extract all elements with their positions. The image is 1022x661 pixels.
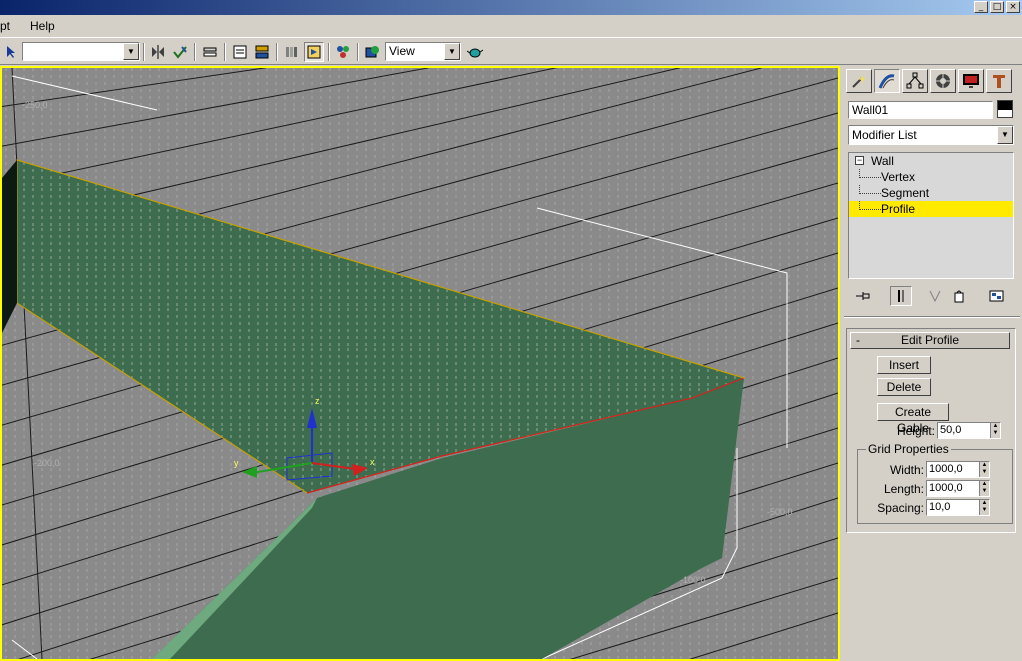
motion-tab-icon[interactable] — [930, 69, 956, 93]
grid-properties-title: Grid Properties — [866, 442, 951, 456]
stack-item-wall[interactable]: − Wall — [849, 153, 1013, 169]
quick-render-icon[interactable] — [362, 42, 382, 62]
display-tab-icon[interactable] — [958, 69, 984, 93]
chevron-down-icon: ▼ — [444, 43, 460, 60]
spinner-arrows-icon[interactable]: ▲ ▼ — [979, 500, 989, 515]
pin-stack-icon[interactable] — [852, 286, 874, 306]
spacing-label: Spacing: — [877, 501, 924, 515]
insert-button[interactable]: Insert — [877, 356, 931, 374]
spacing-spinner[interactable]: 10,0 ▲ ▼ — [926, 499, 990, 516]
command-panel: Wall01 Modifier List ▼ − Wall Vertex Seg… — [842, 66, 1022, 661]
title-bar: _ □ × — [0, 0, 1022, 15]
menu-script[interactable]: pt — [0, 19, 16, 33]
modifier-list-dropdown[interactable]: Modifier List ▼ — [848, 125, 1014, 145]
utilities-tab-icon[interactable] — [986, 69, 1012, 93]
collapse-icon[interactable]: − — [855, 156, 864, 165]
gizmo-y-label: y — [234, 458, 239, 468]
spinner-arrows-icon[interactable]: ▲ ▼ — [979, 462, 989, 477]
select-by-name-icon[interactable] — [2, 42, 22, 62]
hierarchy-tab-icon[interactable] — [902, 69, 928, 93]
render-frame-icon[interactable] — [333, 42, 353, 62]
close-button[interactable]: × — [1006, 1, 1020, 13]
stack-item-vertex[interactable]: Vertex — [849, 169, 1013, 185]
toolbar-separator — [357, 43, 359, 61]
align-icon[interactable] — [170, 42, 190, 62]
spinner-arrows-icon[interactable]: ▲ ▼ — [979, 481, 989, 496]
toolbar-separator — [224, 43, 226, 61]
maximize-button[interactable]: □ — [990, 1, 1004, 13]
grid-label: -250,0 — [22, 100, 48, 110]
edit-profile-rollout-header[interactable]: - Edit Profile — [850, 332, 1010, 349]
stack-toolbar — [848, 284, 1014, 308]
grid-properties-group: Grid Properties Width: 1000,0 ▲ ▼ Length:… — [857, 442, 1013, 524]
create-tab-icon[interactable] — [846, 69, 872, 93]
main-toolbar: ▼ View ▼ — [0, 37, 1022, 65]
grid-label: -200,0 — [34, 458, 60, 468]
delete-button[interactable]: Delete — [877, 378, 931, 396]
edit-profile-rollout: - Edit Profile Insert Delete Create Gabl… — [846, 328, 1016, 533]
remove-modifier-icon[interactable] — [948, 286, 970, 306]
toolbar-separator — [194, 43, 196, 61]
width-label: Width: — [889, 463, 924, 477]
viewport-scene: z y x -250,0 -200,0 -500,0 -100,0 — [2, 68, 838, 659]
spinner-arrows-icon[interactable]: ▲ ▼ — [990, 423, 1000, 438]
width-spinner[interactable]: 1000,0 ▲ ▼ — [926, 461, 990, 478]
stack-item-segment[interactable]: Segment — [849, 185, 1013, 201]
toolbar-separator — [328, 43, 330, 61]
schematic-view-icon[interactable] — [252, 42, 272, 62]
reference-coord-dropdown[interactable]: View ▼ — [385, 42, 461, 61]
selection-set-dropdown[interactable]: ▼ — [22, 42, 140, 61]
collapse-icon: - — [856, 333, 860, 347]
create-gable-button[interactable]: Create Gable — [877, 403, 949, 435]
object-color-swatch[interactable] — [997, 100, 1013, 118]
stack-item-profile[interactable]: Profile — [849, 201, 1013, 217]
toolbar-separator — [276, 43, 278, 61]
modify-tab-icon[interactable] — [874, 69, 900, 93]
command-panel-tabs — [846, 69, 1012, 93]
perspective-viewport[interactable]: z y x -250,0 -200,0 -500,0 -100,0 — [0, 66, 840, 661]
gizmo-x-label: x — [370, 457, 375, 467]
length-spinner[interactable]: 1000,0 ▲ ▼ — [926, 480, 990, 497]
curve-editor-icon[interactable] — [230, 42, 250, 62]
make-unique-icon[interactable] — [924, 286, 946, 306]
window-controls: _ □ × — [974, 1, 1020, 13]
height-spinner[interactable]: 50,0 ▲ ▼ — [937, 422, 1001, 439]
material-editor-icon[interactable] — [281, 42, 301, 62]
object-name-field[interactable]: Wall01 — [848, 101, 993, 119]
grid-label: -100,0 — [680, 575, 706, 585]
height-label: Height: — [896, 424, 935, 438]
chevron-down-icon: ▼ — [997, 126, 1013, 144]
layer-manager-icon[interactable] — [200, 42, 220, 62]
render-setup-icon[interactable] — [304, 42, 324, 62]
wall-end-face — [2, 160, 17, 333]
show-end-result-icon[interactable] — [890, 286, 912, 306]
mirror-icon[interactable] — [148, 42, 168, 62]
length-label: Length: — [883, 482, 924, 496]
modifier-stack: − Wall Vertex Segment Profile — [848, 152, 1014, 279]
chevron-down-icon: ▼ — [123, 43, 139, 60]
menu-help[interactable]: Help — [30, 19, 61, 33]
configure-modifier-sets-icon[interactable] — [986, 286, 1008, 306]
toolbar-separator — [143, 43, 145, 61]
gizmo-z-label: z — [315, 396, 320, 406]
menu-bar: pt Help — [0, 15, 1022, 37]
grid-label: -500,0 — [767, 507, 793, 517]
teapot-render-icon[interactable] — [465, 42, 485, 62]
panel-divider — [844, 316, 1020, 318]
minimize-button[interactable]: _ — [974, 1, 988, 13]
